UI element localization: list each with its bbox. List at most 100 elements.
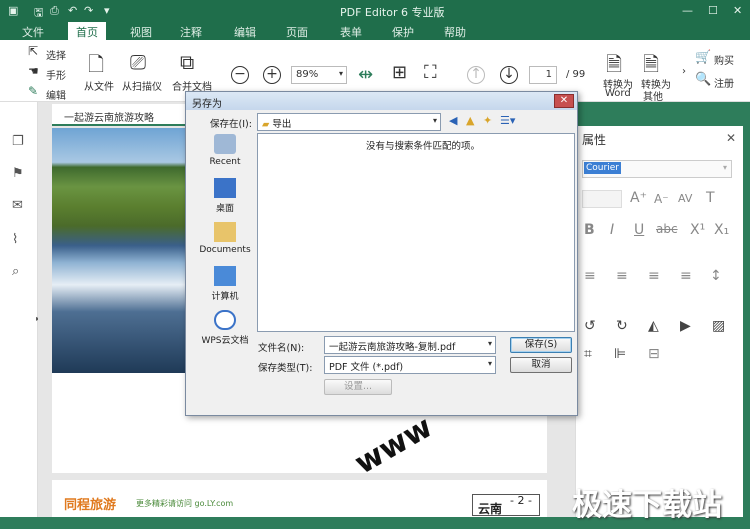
menu-view[interactable]: 视图: [130, 24, 152, 40]
minimize-button[interactable]: —: [682, 4, 693, 17]
distribute-icon[interactable]: ⊟: [648, 346, 660, 362]
place-recent[interactable]: Recent: [196, 134, 254, 167]
zoom-in-icon[interactable]: +: [263, 66, 281, 84]
line-spacing-icon[interactable]: ↕: [710, 268, 722, 284]
flip-vertical-icon[interactable]: ▶: [680, 318, 691, 334]
buy-button[interactable]: 购买: [714, 52, 734, 67]
chevron-down-icon: ▾: [487, 339, 492, 348]
grow-font-icon[interactable]: A⁺: [630, 190, 647, 206]
convert-word-line2[interactable]: Word: [605, 88, 631, 99]
save-button[interactable]: 保存(S): [510, 337, 572, 353]
strikethrough-button[interactable]: abc: [656, 222, 678, 236]
cancel-button[interactable]: 取消: [510, 357, 572, 373]
font-size-select[interactable]: [582, 190, 622, 208]
bold-button[interactable]: B: [584, 222, 595, 238]
shrink-font-icon[interactable]: A⁻: [654, 192, 669, 206]
page-marker: - 2 -: [510, 494, 532, 507]
place-wps-cloud[interactable]: WPS云文档: [196, 310, 254, 346]
replace-image-icon[interactable]: ▨: [712, 318, 725, 334]
previous-page-icon[interactable]: ↑: [467, 66, 485, 84]
cart-icon[interactable]: 🛒: [695, 50, 711, 65]
menu-home[interactable]: 首页: [68, 22, 106, 40]
filetype-value: PDF 文件 (*.pdf): [329, 362, 404, 373]
back-icon[interactable]: ◀: [449, 114, 457, 127]
menu-file[interactable]: 文件: [22, 24, 44, 40]
key-icon[interactable]: 🔍: [695, 72, 711, 87]
view-menu-icon[interactable]: ☰▾: [500, 114, 515, 127]
justify-icon[interactable]: ≡: [680, 268, 692, 284]
dialog-close-icon[interactable]: ✕: [554, 94, 574, 108]
close-panel-icon[interactable]: ✕: [726, 131, 736, 145]
footer-logo: 同程旅游: [64, 498, 117, 513]
filetype-select[interactable]: PDF 文件 (*.pdf) ▾: [324, 356, 496, 374]
subscript-button[interactable]: X₁: [714, 222, 729, 238]
pages-icon[interactable]: ❐: [12, 134, 24, 149]
maximize-button[interactable]: ☐: [708, 4, 718, 17]
scanner-icon[interactable]: ⎚: [130, 50, 146, 74]
page-footer: 同程旅游 更多精彩请访问 go.LY.com 云南 - 2 -: [52, 480, 547, 517]
zoom-select[interactable]: 89% ▾: [291, 66, 347, 84]
underline-button[interactable]: U: [634, 222, 644, 238]
menu-help[interactable]: 帮助: [444, 24, 466, 40]
font-family-select[interactable]: Courier ▾: [582, 160, 732, 178]
comment-icon[interactable]: ✉: [12, 198, 23, 213]
align-objects-icon[interactable]: ⊫: [614, 346, 626, 362]
save-in-label: 保存在(I):: [210, 119, 252, 130]
superscript-button[interactable]: X¹: [690, 222, 705, 238]
hand-tool-icon[interactable]: ☚: [28, 64, 39, 78]
zoom-out-icon[interactable]: −: [231, 66, 249, 84]
rotate-left-icon[interactable]: ↺: [584, 318, 596, 334]
filename-input[interactable]: 一起游云南旅游攻略-复制.pdf ▾: [324, 336, 496, 354]
bookmark-icon[interactable]: ⚑: [12, 166, 24, 181]
merge-docs-icon[interactable]: ⧉: [180, 50, 194, 74]
flip-horizontal-icon[interactable]: ◭: [648, 318, 659, 334]
ribbon-more-icon[interactable]: ›: [682, 66, 686, 77]
fullscreen-icon[interactable]: ⛶: [424, 62, 437, 83]
print-icon[interactable]: ⎙: [50, 4, 59, 18]
fit-width-icon[interactable]: ⇹: [358, 64, 373, 85]
align-center-icon[interactable]: ≡: [616, 268, 628, 284]
text-box-icon[interactable]: T: [706, 190, 715, 206]
page-number-input[interactable]: 1: [529, 66, 557, 84]
menu-annotate[interactable]: 注释: [180, 24, 202, 40]
chevron-down-icon: ▾: [432, 116, 437, 125]
align-left-icon[interactable]: ≡: [584, 268, 596, 284]
menu-form[interactable]: 表单: [340, 24, 362, 40]
from-file-button[interactable]: 从文件: [84, 78, 114, 93]
place-documents[interactable]: Documents: [196, 222, 254, 255]
edit-tool-icon[interactable]: ✎: [28, 84, 38, 98]
menu-edit[interactable]: 编辑: [234, 24, 256, 40]
from-scanner-button[interactable]: 从扫描仪: [122, 78, 162, 93]
place-computer[interactable]: 计算机: [196, 266, 254, 302]
attachment-icon[interactable]: ⌇: [12, 232, 18, 247]
fit-page-icon[interactable]: ⊞: [392, 62, 407, 83]
menu-protect[interactable]: 保护: [392, 24, 414, 40]
quick-access-menu-icon[interactable]: ▾: [104, 4, 110, 17]
undo-icon[interactable]: ↶: [68, 4, 77, 17]
hand-tool-label[interactable]: 手形: [46, 67, 66, 82]
align-right-icon[interactable]: ≡: [648, 268, 660, 284]
place-desktop[interactable]: 桌面: [196, 178, 254, 214]
file-list[interactable]: 没有与搜索条件匹配的项。: [257, 133, 575, 332]
italic-button[interactable]: I: [610, 222, 614, 238]
settings-button[interactable]: 设置...: [324, 379, 392, 395]
footer-tag: 云南: [478, 502, 503, 516]
folder-icon: ▰: [262, 119, 270, 130]
select-tool-icon[interactable]: ⇱: [28, 44, 38, 58]
crop-icon[interactable]: ⌗: [584, 346, 592, 362]
char-spacing-icon[interactable]: AV: [678, 192, 692, 205]
rotate-right-icon[interactable]: ↻: [616, 318, 628, 334]
next-page-icon[interactable]: ↓: [500, 66, 518, 84]
register-button[interactable]: 注册: [714, 75, 734, 90]
redo-icon[interactable]: ↷: [84, 4, 93, 17]
save-in-select[interactable]: ▰ 导出 ▾: [257, 113, 441, 131]
up-folder-icon[interactable]: ▲: [466, 114, 474, 127]
save-icon[interactable]: 🖫: [34, 4, 43, 23]
convert-other-line2[interactable]: 其他: [643, 88, 663, 103]
edit-tool-label[interactable]: 编辑: [46, 87, 66, 102]
select-tool-label[interactable]: 选择: [46, 47, 66, 62]
new-folder-icon[interactable]: ✦: [483, 114, 492, 127]
menu-page[interactable]: 页面: [286, 24, 308, 40]
search-icon[interactable]: ⌕: [12, 264, 19, 279]
close-button[interactable]: ✕: [733, 4, 742, 17]
